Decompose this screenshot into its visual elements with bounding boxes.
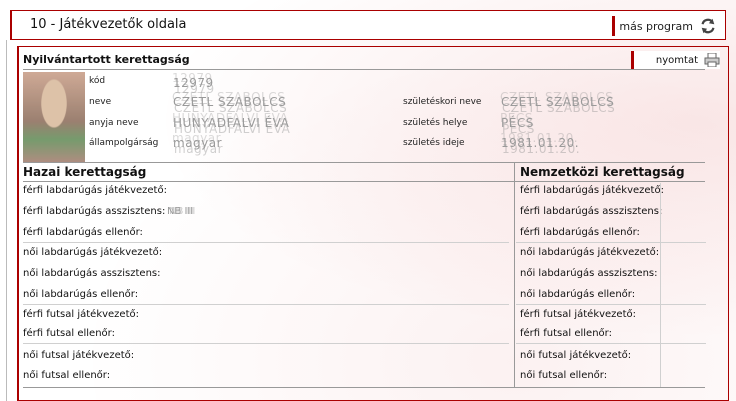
domestic-row-label: női futsal játékvezető: [23, 350, 135, 361]
value-column-divider [660, 183, 661, 388]
group-separator [23, 343, 509, 344]
person-photo [23, 72, 85, 162]
panel-title: Nyilvántartott kerettagság [23, 53, 190, 66]
domestic-row-label: férfi futsal játékvezető: [23, 309, 139, 320]
bottom-rule [23, 387, 705, 388]
domestic-row-label: férfi labdarúgás játékvezető: [23, 185, 167, 196]
international-row-label: női futsal játékvezető: [520, 350, 632, 361]
birthdate-label: születés ideje [403, 138, 465, 148]
domestic-row-label: férfi labdarúgás asszisztens: [23, 206, 166, 217]
page-header: 10 - Játékvezetők oldala más program [10, 10, 726, 40]
printer-icon [704, 53, 720, 67]
citizenship-value: magyar [173, 136, 223, 150]
birthname-label: születéskori neve [403, 97, 482, 107]
mother-name-label: anyja neve [89, 118, 139, 128]
person-details: kód 12979 neve CZETL SZABOLCS anyja neve… [23, 69, 705, 163]
print-button[interactable]: nyomtat [630, 51, 720, 69]
birthdate-value: 1981.01.20. [501, 136, 580, 150]
domestic-row-value: NB III [167, 206, 194, 217]
mother-name-value: HUNYADFALVI ÉVA [173, 116, 290, 130]
citizenship-label: állampolgárság [89, 138, 159, 148]
international-row-label: férfi labdarúgás asszisztens: [520, 206, 663, 217]
print-label: nyomtat [655, 54, 698, 66]
domestic-row-label: női labdarúgás játékvezető: [23, 247, 163, 258]
group-separator [23, 304, 509, 305]
domestic-row-label: női labdarúgás ellenőr: [23, 289, 139, 300]
other-program-label: más program [619, 19, 693, 33]
domestic-row-label: női labdarúgás asszisztens: [23, 268, 161, 279]
domestic-section-title: Hazai kerettagság [23, 165, 147, 179]
group-separator [516, 304, 706, 305]
birthplace-label: születés helye [403, 118, 468, 128]
code-value: 12979 [173, 76, 214, 90]
international-row-label: férfi labdarúgás ellenőr: [520, 227, 640, 238]
international-row-label: férfi labdarúgás játékvezető: [520, 185, 664, 196]
page-title: 10 - Játékvezetők oldala [30, 17, 187, 32]
name-value: CZETL SZABOLCS [173, 95, 287, 109]
international-section-title: Nemzetközi kerettagság [520, 165, 685, 179]
international-row-label: női labdarúgás játékvezető: [520, 247, 660, 258]
domestic-row-label: férfi labdarúgás ellenőr: [23, 227, 143, 238]
international-row-label: férfi futsal ellenőr: [520, 328, 612, 339]
group-separator [516, 343, 706, 344]
name-label: neve [89, 97, 112, 107]
registration-panel: Nyilvántartott kerettagság nyomtat kód 1… [17, 46, 729, 401]
domestic-row-label: női futsal ellenőr: [23, 370, 111, 381]
domestic-row-label: férfi futsal ellenőr: [23, 328, 115, 339]
international-row-label: férfi futsal játékvezető: [520, 309, 636, 320]
other-program-button[interactable]: más program [612, 16, 717, 36]
group-separator [23, 242, 509, 243]
birthplace-value: PÉCS [501, 116, 534, 130]
code-label: kód [89, 76, 106, 86]
refresh-icon [701, 18, 715, 34]
left-frame-edge [0, 40, 7, 401]
international-row-label: női labdarúgás asszisztens: [520, 268, 658, 279]
international-row-label: női labdarúgás ellenőr: [520, 289, 636, 300]
group-separator [516, 242, 706, 243]
birthname-value: CZETL SZABOLCS [501, 95, 615, 109]
section-header-rule [23, 181, 705, 182]
international-row-label: női futsal ellenőr: [520, 370, 608, 381]
section-divider [514, 163, 515, 388]
